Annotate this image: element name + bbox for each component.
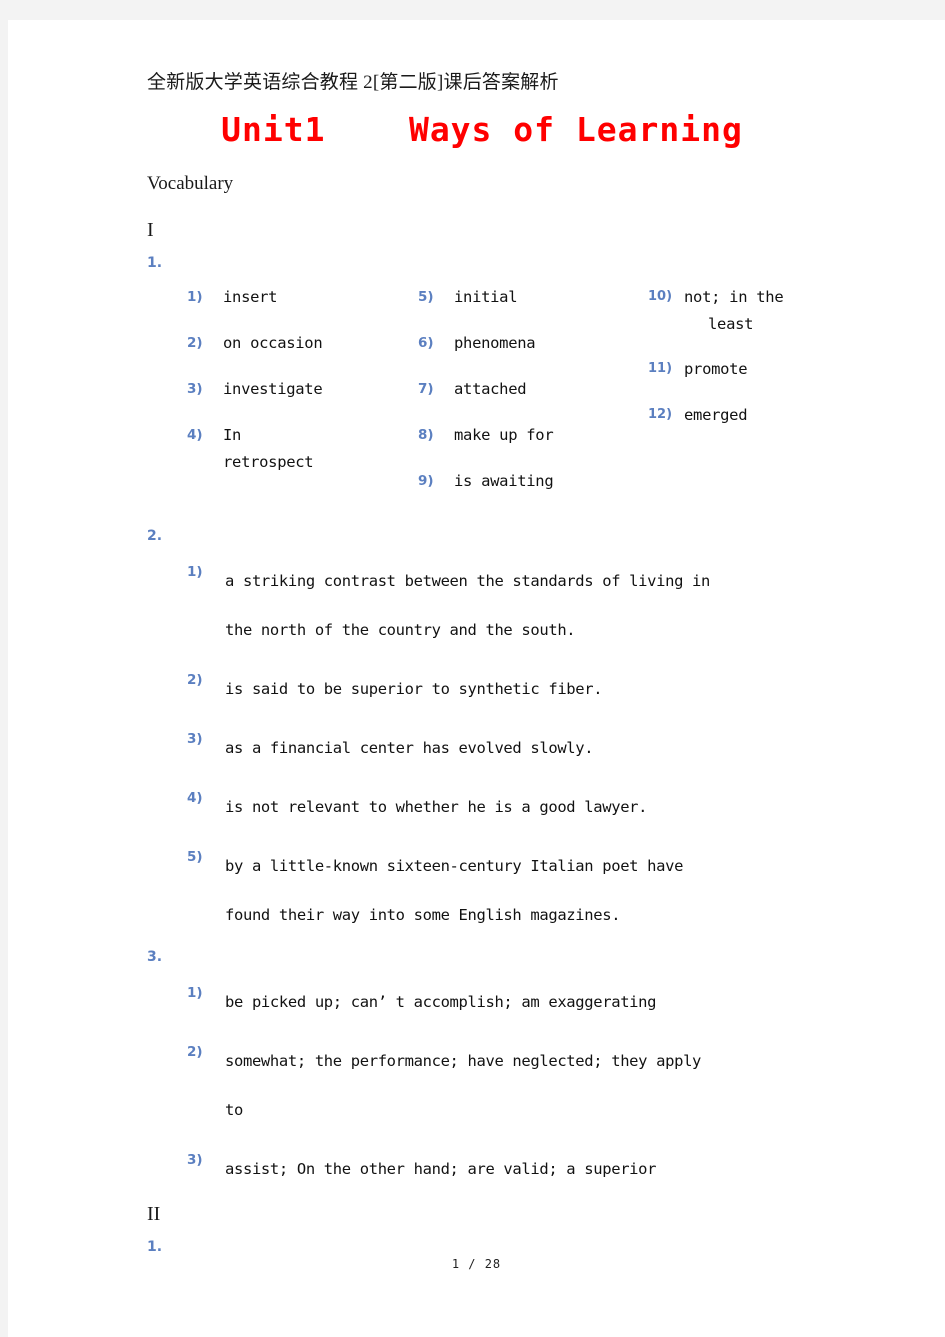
list-item-text: initial [454,288,518,307]
vocabulary-heading: Vocabulary [147,173,234,195]
section-heading-roman-one: I [147,219,154,242]
list-marker: 2) [187,672,203,689]
list-marker: 2) [187,1044,203,1061]
list-item-text: is said to be superior to synthetic fibe… [225,680,603,699]
list-item: 2) is said to be superior to synthetic f… [147,665,847,714]
word-bank-column-1: 1) insert 2) on occasion 3) investigate … [187,284,387,494]
list-item-text: as a financial center has evolved slowly… [225,739,594,758]
subsection-heading-1: 1. [147,255,163,272]
list-item-text: not; in the [684,288,784,307]
list-marker: 9) [418,473,434,490]
list-item: 7) attached [418,376,623,403]
list-marker: 5) [418,289,434,306]
list-item-text: attached [454,380,527,399]
list-item: 5) initial [418,284,623,311]
list-item-text: promote [684,360,748,379]
list-marker: 7) [418,381,434,398]
word-bank-columns: 1) insert 2) on occasion 3) investigate … [147,284,847,529]
list-item: 3) as a financial center has evolved slo… [147,724,847,773]
unit-title: Unit1 Ways of Learning [221,109,743,149]
list-item-text: on occasion [223,334,323,353]
list-item: 2) somewhat; the performance; have negle… [147,1037,847,1135]
list-marker: 2) [187,335,203,352]
sentence-list-2: 1) a striking contrast between the stand… [147,557,847,940]
list-item: 1) a striking contrast between the stand… [147,557,847,655]
list-item: 4) is not relevant to whether he is a go… [147,783,847,832]
list-marker: 3) [187,381,203,398]
list-marker: 11) [648,361,673,377]
list-item-text-wrap: to [225,1101,243,1120]
sentence-list-3: 1) be picked up; can’ t accomplish; am e… [147,978,847,1194]
list-item: 4) In retrospect [187,422,387,475]
subsection-heading-3: 3. [147,949,163,966]
list-marker: 4) [187,427,203,444]
list-item: 11) promote [648,356,848,383]
list-item: 3) investigate [187,376,387,403]
list-item-text: somewhat; the performance; have neglecte… [225,1052,702,1071]
subsection-heading-2: 2. [147,528,163,545]
list-item-text: is awaiting [454,472,554,491]
document-page: 全新版大学英语综合教程 2[第二版]课后答案解析 Unit1 Ways of L… [8,20,945,1337]
list-item: 1) be picked up; can’ t accomplish; am e… [147,978,847,1027]
list-item-text: by a little-known sixteen-century Italia… [225,857,684,876]
document-header-title: 全新版大学英语综合教程 2[第二版]课后答案解析 [147,72,559,93]
list-marker: 1) [187,289,203,306]
list-marker: 3) [187,1152,203,1169]
word-bank-column-2: 5) initial 6) phenomena 7) attached 8) m… [418,284,623,514]
list-marker: 6) [418,335,434,352]
list-item: 3) assist; On the other hand; are valid;… [147,1145,847,1194]
list-item-text: a striking contrast between the standard… [225,572,711,591]
list-item: 12) emerged [648,402,848,429]
section-heading-roman-two: II [147,1203,161,1226]
list-item: 10) not; in the least [648,284,848,337]
list-item-text-wrap: retrospect [223,453,314,472]
list-item-text-wrap: found their way into some English magazi… [225,906,621,925]
list-marker: 8) [418,427,434,444]
list-item-text: is not relevant to whether he is a good … [225,798,648,817]
list-item-text: assist; On the other hand; are valid; a … [225,1160,657,1179]
list-item: 8) make up for [418,422,623,449]
list-marker: 5) [187,849,203,866]
list-item-text: phenomena [454,334,536,353]
list-marker: 3) [187,731,203,748]
list-marker: 12) [648,407,673,423]
list-marker: 4) [187,790,203,807]
list-item-text: insert [223,288,278,307]
subsection-heading-1-of-two: 1. [147,1239,163,1256]
list-item-text-wrap: least [708,315,754,334]
list-item: 5) by a little-known sixteen-century Ita… [147,842,847,940]
list-item: 9) is awaiting [418,468,623,495]
list-marker: 1) [187,985,203,1002]
list-item: 6) phenomena [418,330,623,357]
list-item-text: make up for [454,426,554,445]
document-content: 全新版大学英语综合教程 2[第二版]课后答案解析 Unit1 Ways of L… [147,72,847,1268]
list-item: 1) insert [187,284,387,311]
list-item-text: emerged [684,406,748,425]
list-item-text-wrap: the north of the country and the south. [225,621,576,640]
list-item-text: In [223,426,242,445]
list-marker: 10) [648,289,673,305]
list-item: 2) on occasion [187,330,387,357]
page-number-footer: 1 / 28 [451,1257,502,1271]
list-marker: 1) [187,564,203,581]
list-item-text: be picked up; can’ t accomplish; am exag… [225,993,657,1012]
word-bank-column-3: 10) not; in the least 11) promote 12) em… [648,284,848,448]
list-item-text: investigate [223,380,323,399]
